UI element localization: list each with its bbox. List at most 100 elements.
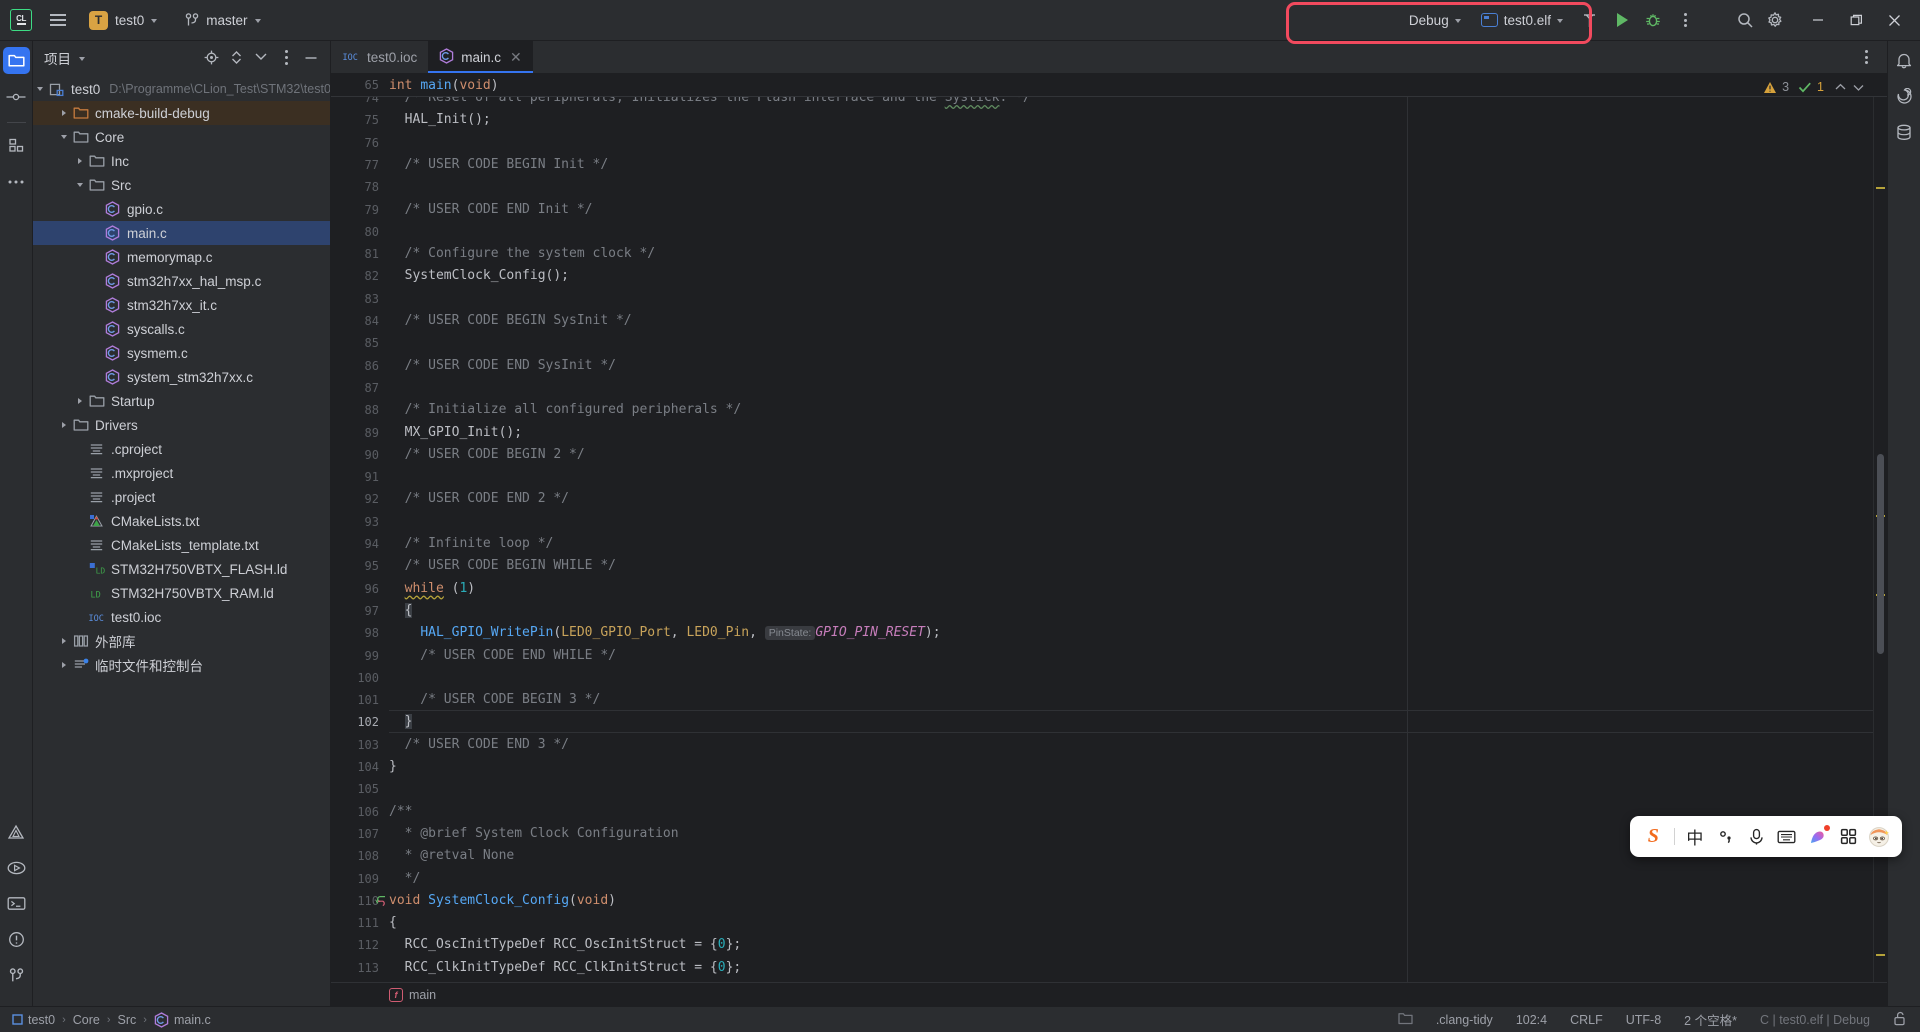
editor-tabs-more-button[interactable] bbox=[1854, 45, 1878, 69]
ime-toolbox-icon[interactable] bbox=[1803, 822, 1832, 851]
tree-node-Drivers[interactable]: Drivers bbox=[33, 413, 330, 437]
run-configuration-selector[interactable]: Debug bbox=[1400, 8, 1470, 33]
tree-file-gpio.c[interactable]: gpio.c bbox=[33, 197, 330, 221]
hamburger-menu-icon[interactable] bbox=[43, 5, 73, 35]
status-breadcrumb-item-test0[interactable]: test0 bbox=[12, 1013, 55, 1027]
tree-toggle-arrow[interactable] bbox=[57, 135, 71, 139]
code-line[interactable]: /* Configure the system clock */ bbox=[389, 243, 655, 265]
sidebar-item-structure[interactable] bbox=[3, 132, 30, 159]
status-breadcrumb-item-Src[interactable]: Src bbox=[118, 1013, 137, 1027]
tree-node-Src[interactable]: Src bbox=[33, 173, 330, 197]
code-line[interactable]: /* USER CODE BEGIN 2 */ bbox=[389, 444, 585, 466]
line-number[interactable]: 77 bbox=[365, 154, 379, 176]
code-line[interactable]: { bbox=[389, 912, 397, 934]
minimize-button[interactable] bbox=[1800, 4, 1836, 36]
indent-status[interactable]: 2 个空格* bbox=[1681, 1008, 1740, 1031]
code-line[interactable]: RCC_OscInitTypeDef RCC_OscInitStruct = {… bbox=[389, 934, 742, 956]
sidebar-item-terminal[interactable] bbox=[3, 890, 30, 917]
line-number[interactable]: 101 bbox=[357, 689, 379, 711]
code-line[interactable]: /* USER CODE END SysInit */ bbox=[389, 355, 616, 377]
ime-logo-icon[interactable]: S bbox=[1639, 822, 1668, 851]
tree-file-stm32h7xx_it.c[interactable]: stm32h7xx_it.c bbox=[33, 293, 330, 317]
line-number[interactable]: 98 bbox=[365, 622, 379, 644]
code-line[interactable]: * @brief System Clock Configuration bbox=[389, 823, 679, 845]
tree-toggle-arrow[interactable] bbox=[57, 422, 71, 428]
tree-file-syscalls.c[interactable]: syscalls.c bbox=[33, 317, 330, 341]
line-number[interactable]: 105 bbox=[357, 778, 379, 800]
line-number[interactable]: 108 bbox=[357, 845, 379, 867]
tree-node-cmake-build-debug[interactable]: cmake-build-debug bbox=[33, 101, 330, 125]
line-number[interactable]: 84 bbox=[365, 310, 379, 332]
code-line[interactable]: /* USER CODE END Init */ bbox=[389, 199, 593, 221]
code-line[interactable]: HAL_GPIO_WritePin(LED0_GPIO_Port, LED0_P… bbox=[389, 622, 941, 644]
code-line[interactable]: } bbox=[389, 711, 413, 733]
sidebar-item-ai-assistant[interactable] bbox=[1891, 83, 1918, 110]
line-number[interactable]: 76 bbox=[365, 132, 379, 154]
line-number[interactable]: 102 bbox=[357, 711, 379, 733]
tree-node-临时文件和控制台[interactable]: 临时文件和控制台 bbox=[33, 653, 330, 677]
clang-tidy-status[interactable]: .clang-tidy bbox=[1433, 1011, 1496, 1029]
caret-position-status[interactable]: 102:4 bbox=[1513, 1011, 1550, 1029]
code-line[interactable]: HAL_Init(); bbox=[389, 109, 491, 131]
line-number[interactable]: 79 bbox=[365, 199, 379, 221]
editor-scrollbar-thumb[interactable] bbox=[1877, 454, 1884, 654]
project-options-button[interactable] bbox=[274, 46, 298, 70]
line-number[interactable]: 100 bbox=[357, 667, 379, 689]
read-only-toggle[interactable] bbox=[1890, 1009, 1910, 1031]
run-more-button[interactable] bbox=[1670, 5, 1700, 35]
line-number[interactable]: 80 bbox=[365, 221, 379, 243]
line-number[interactable]: 88 bbox=[365, 399, 379, 421]
ime-punctuation-icon[interactable] bbox=[1711, 822, 1740, 851]
code-line[interactable]: /* USER CODE BEGIN SysInit */ bbox=[389, 310, 632, 332]
tree-file-.project[interactable]: .project bbox=[33, 485, 330, 509]
hide-panel-button[interactable] bbox=[299, 46, 323, 70]
git-branch-widget[interactable]: master bbox=[177, 9, 268, 32]
code-line[interactable]: RCC_ClkInitTypeDef RCC_ClkInitStruct = {… bbox=[389, 957, 742, 979]
tree-toggle-arrow[interactable] bbox=[73, 183, 87, 187]
status-breadcrumb-item-main.c[interactable]: main.c bbox=[154, 1011, 211, 1028]
tree-file-CMakeLists_template.txt[interactable]: CMakeLists_template.txt bbox=[33, 533, 330, 557]
code-line[interactable]: /* USER CODE BEGIN WHILE */ bbox=[389, 555, 616, 577]
line-number[interactable]: 112 bbox=[357, 934, 379, 956]
tree-file-STM32H750VBTX_FLASH.ld[interactable]: LD STM32H750VBTX_FLASH.ld bbox=[33, 557, 330, 581]
tree-file-system_stm32h7xx.c[interactable]: system_stm32h7xx.c bbox=[33, 365, 330, 389]
line-number[interactable]: 95 bbox=[365, 555, 379, 577]
next-problem-icon[interactable] bbox=[1852, 81, 1865, 94]
line-number[interactable]: 113 bbox=[357, 957, 379, 979]
line-number-gutter[interactable]: 74 75 76 77 78 79 80 81 82 83 84 85 86 87 88 89 90 91 92 93… bbox=[331, 74, 389, 982]
build-button[interactable] bbox=[1574, 5, 1604, 35]
line-number[interactable]: 89 bbox=[365, 422, 379, 444]
status-breadcrumb[interactable]: test0 › Core › Src › main.c bbox=[12, 1011, 211, 1028]
line-number[interactable]: 96 bbox=[365, 578, 379, 600]
code-line[interactable]: MX_GPIO_Init(); bbox=[389, 422, 522, 444]
tree-file-stm32h7xx_hal_msp.c[interactable]: stm32h7xx_hal_msp.c bbox=[33, 269, 330, 293]
editor-tab-test0.ioc[interactable]: IOC test0.ioc bbox=[331, 41, 428, 73]
status-breadcrumb-item-Core[interactable]: Core bbox=[73, 1013, 100, 1027]
settings-button[interactable] bbox=[1760, 5, 1790, 35]
line-number[interactable]: 83 bbox=[365, 288, 379, 310]
warning-marker[interactable] bbox=[1876, 187, 1885, 189]
code-line[interactable]: */ bbox=[389, 868, 421, 890]
tree-node-Core[interactable]: Core bbox=[33, 125, 330, 149]
code-line[interactable]: /* USER CODE BEGIN 3 */ bbox=[389, 689, 600, 711]
tree-node-Startup[interactable]: Startup bbox=[33, 389, 330, 413]
code-line[interactable]: /* USER CODE BEGIN Init */ bbox=[389, 154, 609, 176]
sidebar-item-git[interactable] bbox=[3, 962, 30, 989]
ime-avatar-icon[interactable] bbox=[1864, 822, 1893, 851]
run-target-selector[interactable]: test0.elf bbox=[1472, 8, 1572, 33]
tree-node-test0[interactable]: test0 D:\Programme\CLion_Test\STM32\test0 bbox=[33, 77, 330, 101]
editor-tabs[interactable]: IOC test0.ioc main.c ✕ bbox=[331, 41, 1887, 74]
tree-file-sysmem.c[interactable]: sysmem.c bbox=[33, 341, 330, 365]
tree-file-main.c[interactable]: main.c bbox=[33, 221, 330, 245]
configuration-summary-status[interactable]: C | test0.elf | Debug bbox=[1757, 1011, 1873, 1029]
sidebar-item-problems[interactable] bbox=[3, 926, 30, 953]
ime-voice-input-icon[interactable] bbox=[1742, 822, 1771, 851]
line-number[interactable]: 75 bbox=[365, 109, 379, 131]
project-chip[interactable]: T test0 bbox=[81, 7, 165, 34]
select-opened-file-button[interactable] bbox=[199, 46, 223, 70]
tree-file-.cproject[interactable]: .cproject bbox=[33, 437, 330, 461]
code-line[interactable]: } bbox=[389, 756, 397, 778]
ime-chinese-mode-icon[interactable]: 中 bbox=[1681, 822, 1710, 851]
line-number[interactable]: 91 bbox=[365, 466, 379, 488]
sidebar-item-cmake[interactable] bbox=[3, 818, 30, 845]
